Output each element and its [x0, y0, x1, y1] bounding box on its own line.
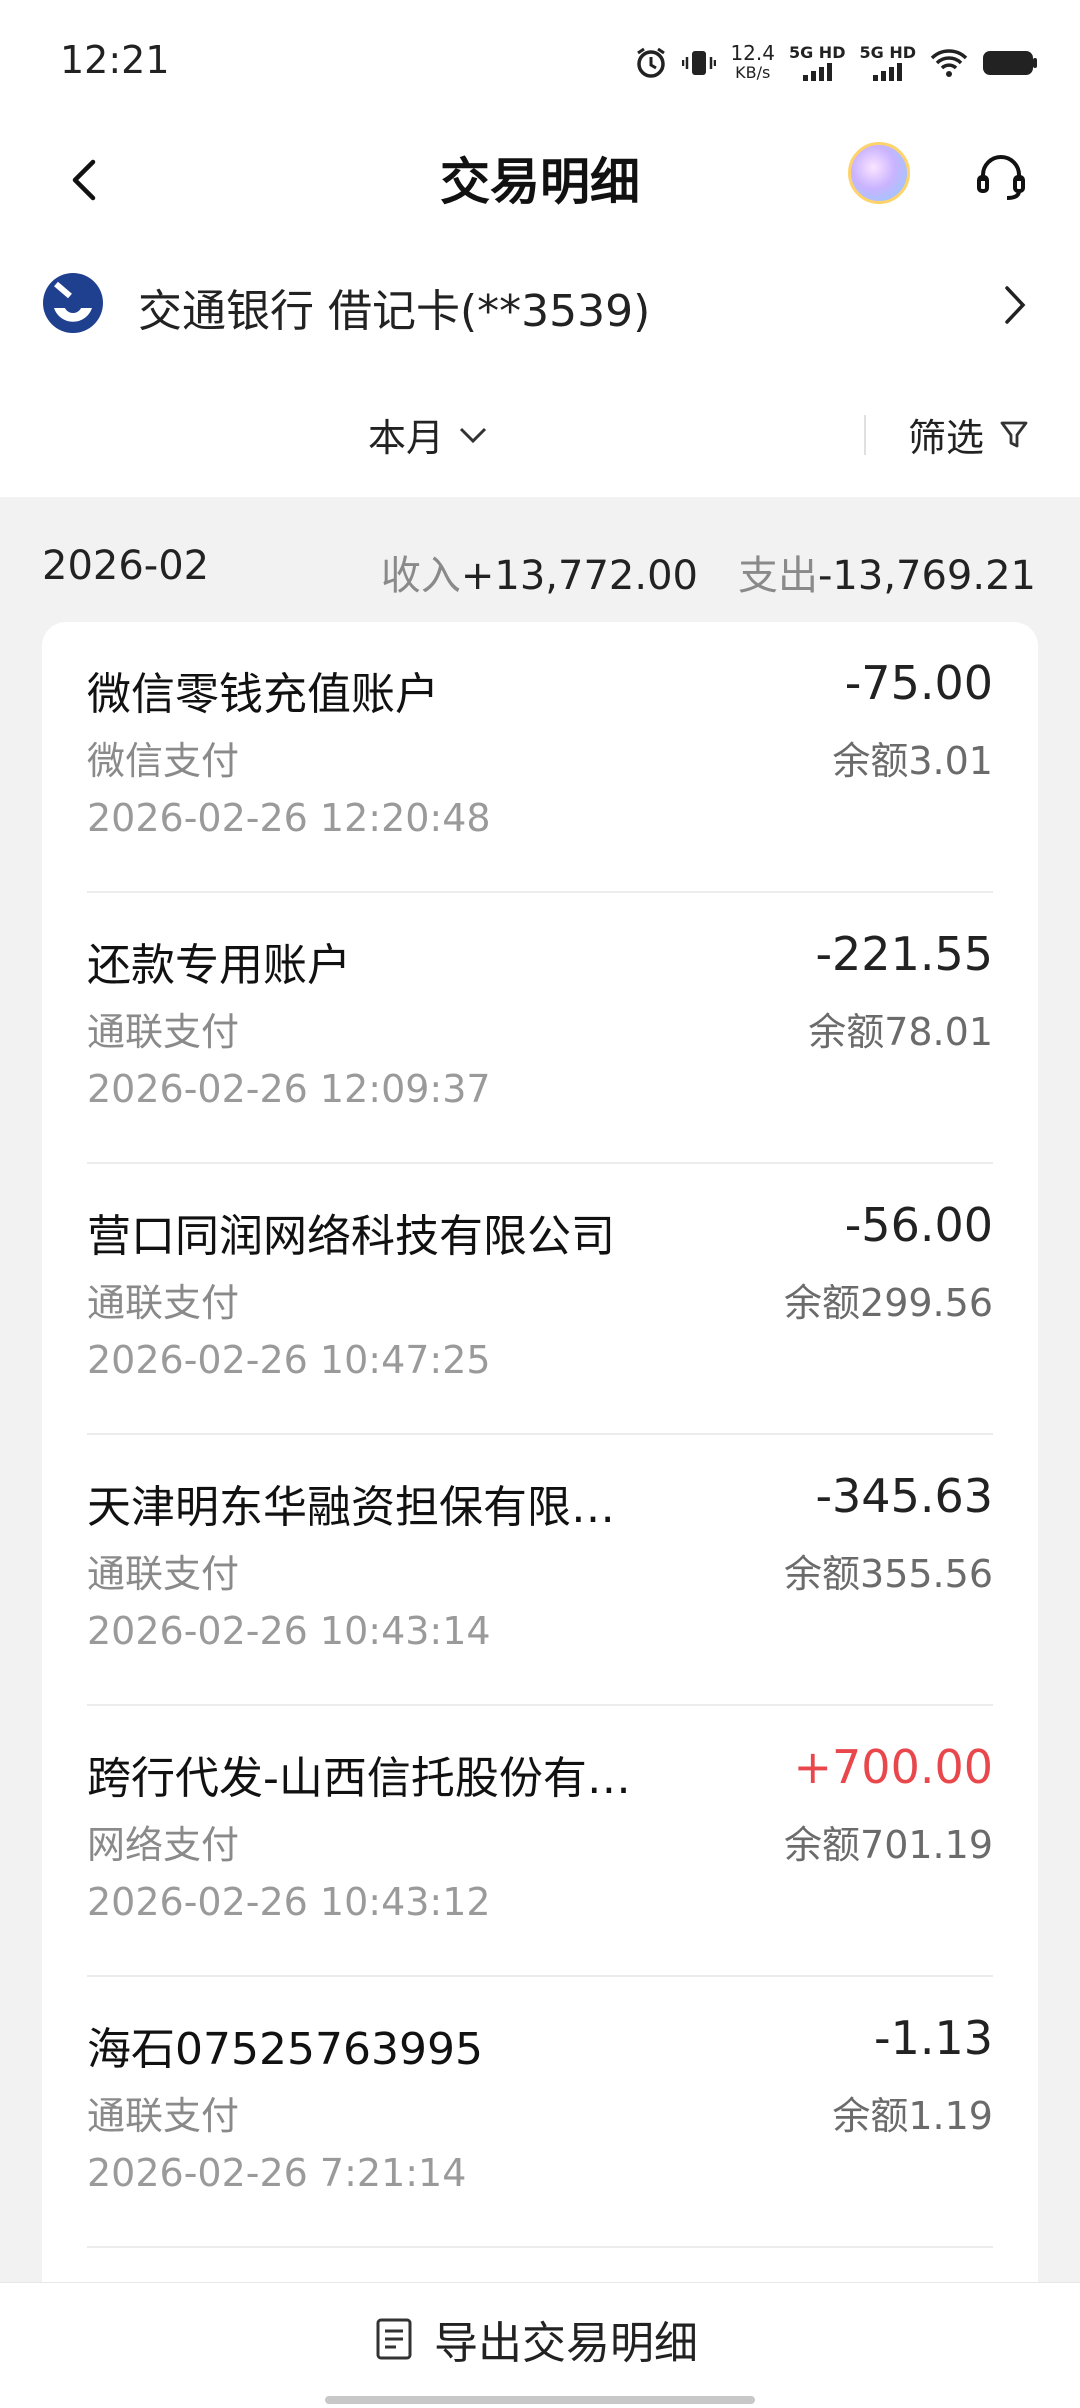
transaction-amount: -56.00 — [844, 1198, 993, 1252]
wifi-icon — [930, 48, 968, 78]
transaction-amount: -75.00 — [844, 656, 993, 710]
income-total: 收入+13,772.00 — [381, 543, 698, 601]
transaction-balance: 余额3.01 — [832, 739, 993, 783]
transaction-name: 跨行代发-山西信托股份有… — [87, 1753, 631, 1804]
bank-logo — [43, 273, 103, 333]
signal-bars-icon — [802, 61, 832, 81]
signal-1: 5G HD — [788, 43, 846, 81]
filter-label: 筛选 — [908, 416, 985, 460]
alarm-icon — [634, 46, 668, 80]
transaction-item[interactable]: 还款专用账户 -221.55 通联支付 余额78.01 2026-02-26 1… — [87, 893, 993, 1164]
signal-2: 5G HD — [859, 45, 916, 81]
expense-total: 支出-13,769.21 — [738, 543, 1036, 601]
transaction-amount: -1.13 — [873, 2011, 993, 2065]
transaction-list: 微信零钱充值账户 -75.00 微信支付 余额3.01 2026-02-26 1… — [42, 622, 1038, 2342]
transaction-time: 2026-02-26 10:43:12 — [87, 1880, 491, 1924]
transaction-time: 2026-02-26 12:09:37 — [87, 1067, 491, 1111]
export-button[interactable]: 导出交易明细 — [374, 2307, 698, 2371]
divider — [864, 415, 866, 455]
transaction-balance: 余额78.01 — [808, 1010, 993, 1054]
status-bar: 12:21 12.4 KB/s 5G HD 5G HD — [0, 0, 1080, 120]
transaction-method: 通联支付 — [87, 1552, 240, 1596]
battery-icon — [982, 49, 1038, 77]
transaction-amount: -221.55 — [815, 927, 993, 981]
divider — [87, 2246, 993, 2248]
speed-value: 12.4 — [730, 41, 775, 65]
transaction-amount: +700.00 — [793, 1740, 994, 1794]
filter-button[interactable]: 筛选 — [908, 407, 1028, 462]
headset-icon — [977, 155, 1025, 200]
status-time: 12:21 — [60, 38, 170, 82]
month-dropdown[interactable]: 本月 — [368, 407, 488, 462]
header: 交易明细 — [0, 120, 1080, 245]
expense-value: -13,769.21 — [817, 553, 1036, 599]
transaction-name: 天津明东华融资担保有限… — [87, 1482, 615, 1533]
signal-bars-icon — [873, 61, 903, 81]
transaction-method: 网络支付 — [87, 1823, 240, 1867]
export-label: 导出交易明细 — [434, 2318, 698, 2369]
transaction-item[interactable]: 海石07525763995 -1.13 通联支付 余额1.19 2026-02-… — [87, 1977, 993, 2248]
chevron-down-icon — [459, 427, 487, 443]
month-summary: 2026-02 收入+13,772.00 支出-13,769.21 — [0, 497, 1080, 622]
transaction-item[interactable]: 跨行代发-山西信托股份有… +700.00 网络支付 余额701.19 2026… — [87, 1706, 993, 1977]
home-indicator[interactable] — [325, 2396, 755, 2404]
transaction-name: 营口同润网络科技有限公司 — [87, 1211, 615, 1262]
transaction-details-page: 12:21 12.4 KB/s 5G HD 5G HD 交易明细 交通银行 借记… — [0, 0, 1080, 2408]
document-icon — [376, 2318, 412, 2360]
account-selector[interactable]: 交通银行 借记卡(**3539) — [0, 245, 1080, 365]
signal-2-label: 5G HD — [859, 43, 916, 62]
customer-service-button[interactable] — [966, 142, 1036, 212]
network-speed: 12.4 KB/s — [730, 43, 775, 83]
transaction-balance: 余额701.19 — [784, 1823, 993, 1867]
funnel-icon — [1000, 421, 1028, 447]
income-label: 收入 — [380, 553, 461, 599]
transaction-balance: 余额355.56 — [784, 1552, 993, 1596]
transaction-name: 海石07525763995 — [87, 2024, 483, 2075]
transaction-method: 通联支付 — [87, 2094, 240, 2138]
transaction-item[interactable]: 天津明东华融资担保有限… -345.63 通联支付 余额355.56 2026-… — [87, 1435, 993, 1706]
transaction-method: 通联支付 — [87, 1281, 240, 1325]
transaction-name: 还款专用账户 — [87, 940, 351, 991]
account-name: 交通银行 借记卡(**3539) — [138, 286, 651, 337]
transaction-balance: 余额1.19 — [832, 2094, 993, 2138]
signal-1-label: 5G HD — [788, 43, 846, 62]
transaction-method: 通联支付 — [87, 1010, 240, 1054]
speed-unit: KB/s — [735, 63, 771, 82]
chevron-right-icon — [990, 280, 1040, 330]
bottom-bar: 导出交易明细 — [0, 2282, 1080, 2408]
transaction-name: 微信零钱充值账户 — [87, 669, 439, 720]
transaction-balance: 余额299.56 — [784, 1281, 993, 1325]
filter-bar: 本月 筛选 — [0, 365, 1080, 497]
transaction-time: 2026-02-26 10:47:25 — [87, 1338, 491, 1382]
expense-label: 支出 — [737, 553, 818, 599]
income-value: +13,772.00 — [460, 553, 698, 599]
vibrate-icon — [682, 46, 717, 80]
transaction-item[interactable]: 营口同润网络科技有限公司 -56.00 通联支付 余额299.56 2026-0… — [87, 1164, 993, 1435]
transaction-method: 微信支付 — [87, 739, 240, 783]
summary-month: 2026-02 — [42, 543, 210, 589]
summary-totals: 收入+13,772.00 支出-13,769.21 — [381, 543, 1036, 601]
transaction-time: 2026-02-26 10:43:14 — [87, 1609, 491, 1653]
transaction-time: 2026-02-26 7:21:14 — [87, 2151, 467, 2195]
transaction-amount: -345.63 — [815, 1469, 993, 1523]
mascot-avatar[interactable] — [848, 142, 910, 204]
transaction-item[interactable]: 微信零钱充值账户 -75.00 微信支付 余额3.01 2026-02-26 1… — [87, 622, 993, 893]
month-dropdown-label: 本月 — [368, 416, 445, 460]
status-icons: 12.4 KB/s 5G HD 5G HD — [634, 38, 1038, 88]
transaction-time: 2026-02-26 12:20:48 — [87, 796, 491, 840]
page-title: 交易明细 — [440, 153, 640, 211]
